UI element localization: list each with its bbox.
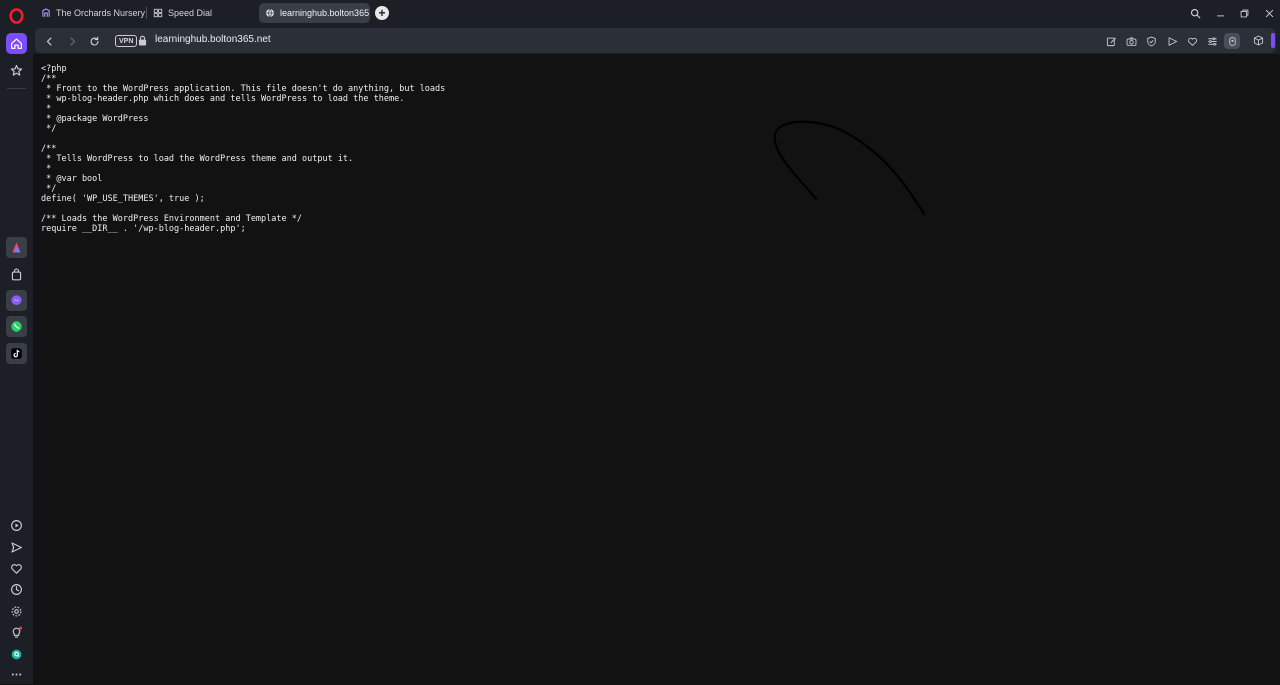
php-source-text: <?php /** * Front to the WordPress appli… <box>41 64 446 234</box>
edit-icon <box>1106 37 1116 46</box>
address-toolbar: VPN learninghub.bolton365.net <box>33 27 1280 54</box>
more-dots-icon <box>11 673 22 676</box>
messenger-icon <box>11 295 22 305</box>
new-tab-button[interactable]: + <box>375 6 389 20</box>
whatsapp-button[interactable] <box>6 316 27 337</box>
tab-title: learninghub.bolton365.ne <box>280 8 370 18</box>
tab-title: The Orchards Nursery – G <box>56 8 145 18</box>
clock-icon <box>11 584 22 595</box>
home-icon <box>11 38 22 49</box>
sidebar <box>0 0 33 684</box>
page-content: <?php /** * Front to the WordPress appli… <box>33 54 1280 684</box>
aria-ai-button[interactable] <box>6 237 27 258</box>
profile-button[interactable] <box>1224 33 1240 49</box>
player-button[interactable] <box>6 515 27 536</box>
shield-icon <box>1146 36 1156 46</box>
send-icon <box>1168 36 1177 46</box>
adblock-button[interactable] <box>1143 33 1159 49</box>
minimize-button[interactable] <box>1212 5 1228 21</box>
url-field[interactable]: learninghub.bolton365.net <box>155 34 271 45</box>
flow-button[interactable] <box>6 537 27 558</box>
bookmark-heart-button[interactable] <box>1184 33 1200 49</box>
send-icon <box>11 542 22 553</box>
tiktok-icon <box>11 348 22 359</box>
edit-button[interactable] <box>1103 33 1119 49</box>
search-icon <box>1190 8 1200 18</box>
tab-speed-dial[interactable]: Speed Dial <box>147 3 247 23</box>
user-icon <box>1228 36 1236 46</box>
favourites-button[interactable] <box>6 558 27 579</box>
extensions-button[interactable] <box>1250 32 1266 48</box>
back-button[interactable] <box>41 33 57 49</box>
tips-button[interactable] <box>6 622 27 643</box>
restore-button[interactable] <box>1236 5 1252 21</box>
flow-share-button[interactable] <box>1164 33 1180 49</box>
minimize-icon <box>1216 14 1224 16</box>
tab-learninghub[interactable]: learninghub.bolton365.ne <box>259 3 370 23</box>
vpn-badge[interactable]: VPN <box>115 35 138 47</box>
grid-icon <box>153 8 163 18</box>
close-icon <box>1265 9 1273 17</box>
whatsapp-icon <box>11 321 22 332</box>
nursery-favicon-icon <box>42 8 50 17</box>
messenger-button[interactable] <box>6 290 27 311</box>
camera-icon <box>1126 36 1136 46</box>
sidebar-accent-indicator <box>1271 33 1275 48</box>
play-circle-icon <box>11 520 22 531</box>
tab-search-button[interactable] <box>1187 5 1203 21</box>
aria-chat-button[interactable] <box>6 644 27 665</box>
easy-setup-button[interactable] <box>1204 33 1220 49</box>
home-button[interactable] <box>6 33 27 54</box>
reload-button[interactable] <box>86 33 102 49</box>
url-host: learninghub.bolton365.net <box>155 34 271 45</box>
heart-icon <box>11 564 22 574</box>
lock-icon[interactable] <box>138 35 147 46</box>
aria-icon <box>12 242 21 253</box>
more-button[interactable] <box>6 664 27 685</box>
cube-icon <box>1253 35 1263 45</box>
bookmarks-button[interactable] <box>6 60 27 81</box>
restore-icon <box>1240 9 1248 17</box>
aria-a-icon <box>11 649 22 660</box>
chevron-right-icon <box>70 37 75 45</box>
tiktok-button[interactable] <box>6 343 27 364</box>
tab-bar: The Orchards Nursery – G Speed Dial lear… <box>33 0 1280 27</box>
gear-icon <box>11 606 22 617</box>
close-window-button[interactable] <box>1261 5 1277 21</box>
star-icon <box>10 64 23 76</box>
shopping-bag-icon <box>11 268 22 281</box>
chevron-left-icon <box>46 37 51 45</box>
reload-icon <box>90 36 98 46</box>
shopping-button[interactable] <box>6 264 27 285</box>
tab-orchards-nursery[interactable]: The Orchards Nursery – G <box>35 3 145 23</box>
snapshot-button[interactable] <box>1123 33 1139 49</box>
sliders-icon <box>1207 36 1217 46</box>
opera-logo-icon[interactable] <box>9 8 24 24</box>
forward-button[interactable] <box>64 33 80 49</box>
plus-icon: + <box>378 6 386 20</box>
address-bar: VPN learninghub.bolton365.net <box>35 28 1276 53</box>
heart-icon <box>1187 37 1197 46</box>
history-button[interactable] <box>6 579 27 600</box>
tab-title: Speed Dial <box>168 8 213 18</box>
sidebar-divider <box>7 88 26 89</box>
lightbulb-icon <box>12 626 23 638</box>
settings-button[interactable] <box>6 601 27 622</box>
globe-icon <box>266 8 274 18</box>
